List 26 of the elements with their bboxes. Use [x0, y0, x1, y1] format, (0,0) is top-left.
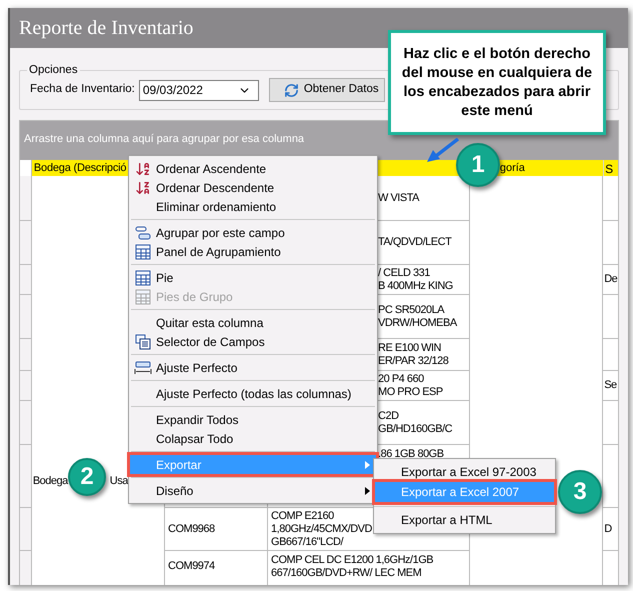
field-label: Fecha de Inventario: — [30, 82, 135, 98]
table-cell: De — [603, 265, 618, 295]
group-icon — [135, 226, 151, 240]
field-list-icon — [135, 334, 151, 350]
sort-ascending-icon — [135, 160, 151, 176]
table-icon — [135, 288, 151, 304]
window-title: Reporte de Inventario — [19, 16, 194, 41]
group-hint: Arrastre una columna aquí para agrupar por esa columna — [24, 132, 304, 148]
table-icon — [135, 270, 151, 286]
table-cell: D — [603, 508, 618, 551]
date-combobox[interactable]: 09/03/2022 — [138, 80, 259, 100]
date-input[interactable]: 09/03/2022 — [142, 81, 238, 99]
fit-width-icon — [134, 360, 152, 374]
column-header: S — [603, 160, 618, 176]
refresh-icon — [284, 82, 299, 98]
table-cell: COM9968 — [165, 508, 268, 551]
sort-descending-icon — [135, 180, 151, 196]
fetch-data-button[interactable]: Obtener Datos — [268, 78, 385, 102]
pointer-arrow — [424, 138, 460, 164]
cell-text: Usa — [110, 474, 128, 489]
table-cell: COMP CEL DC E1200 1,6GHz/1GB 667/160GB/DVD+RW/ LEC MEM — [268, 551, 470, 585]
table-icon — [135, 244, 151, 260]
callout-text: Haz clic e el botón derecho del mouse en cualquiera de los encabezados para abrir este menú — [400, 44, 594, 120]
table-cell: Se — [603, 371, 618, 401]
table-cell: COM9974 — [165, 551, 268, 585]
cell-text: Bodega — [32, 474, 68, 489]
